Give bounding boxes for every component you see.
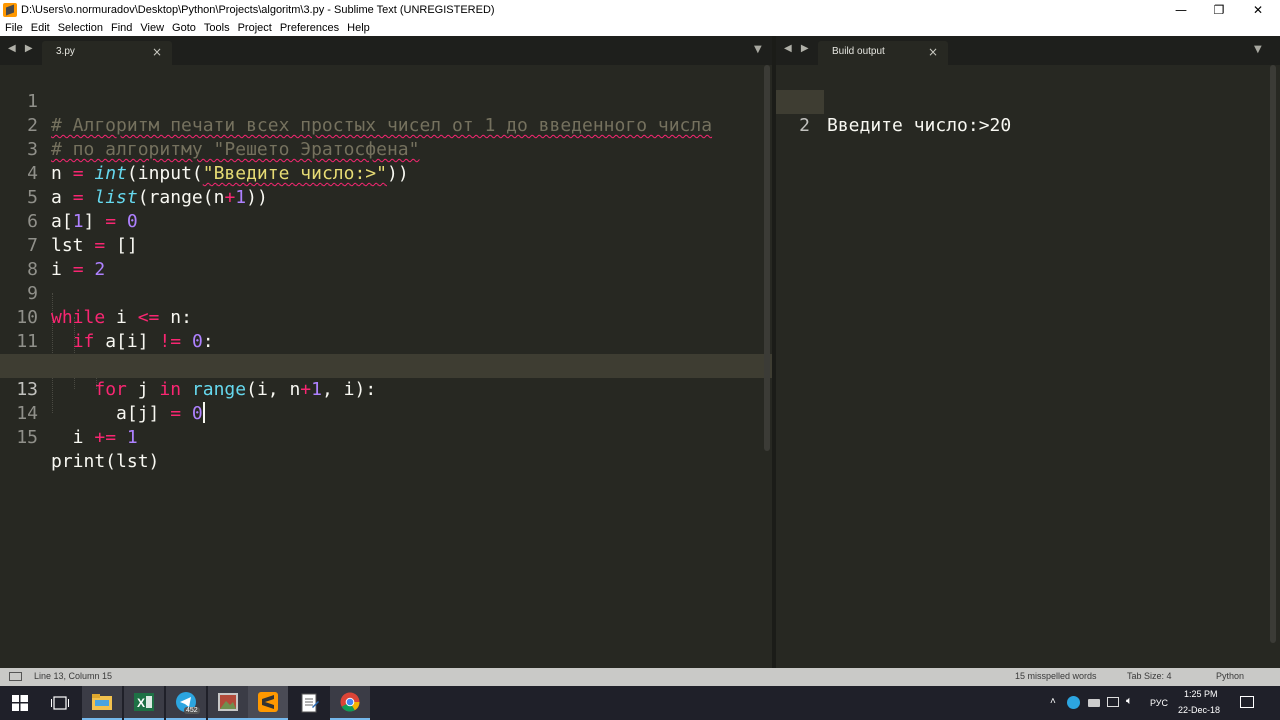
telegram-badge: 452 [184, 707, 200, 714]
output-text: Введите число:>20 [827, 115, 1012, 136]
tab-size[interactable]: Tab Size: 4 [1127, 671, 1172, 681]
menu-preferences[interactable]: Preferences [276, 22, 343, 34]
tab-close-icon[interactable]: × [152, 45, 162, 59]
code-line: 8 [0, 234, 772, 280]
tab-label: 3.py [56, 46, 75, 57]
tab-build-output[interactable]: Build output × [818, 41, 948, 65]
excel-icon: X [134, 693, 154, 711]
clock-date[interactable]: 22-Dec-18 [1178, 705, 1220, 715]
line-number: 2 [799, 115, 810, 136]
tab-bar-right: ◀ ▶ Build output × ▼ [776, 36, 1280, 65]
title-bar: D:\Users\o.normuradov\Desktop\Python\Pro… [0, 0, 1280, 20]
spelling-status[interactable]: 15 misspelled words [1015, 671, 1097, 681]
taskbar-sublime-text[interactable] [248, 686, 288, 720]
notepad-icon [301, 693, 319, 713]
code-text: i += 1 [51, 427, 138, 448]
network-icon[interactable] [1107, 697, 1119, 707]
photos-icon [218, 693, 238, 711]
clock-time[interactable]: 1:25 PM [1184, 689, 1218, 699]
code-line: 2 # по алгоритму "Решето Эратосфена" [0, 90, 772, 160]
windows-start-icon [12, 695, 28, 711]
menu-help[interactable]: Help [343, 22, 374, 34]
window-title: D:\Users\o.normuradov\Desktop\Python\Pro… [21, 4, 495, 16]
code-line: 9 while i <= n: [0, 258, 772, 328]
code-line: 6 lst = [] [0, 186, 772, 256]
taskbar-photos[interactable] [208, 686, 248, 720]
menu-view[interactable]: View [136, 22, 168, 34]
menu-tools[interactable]: Tools [200, 22, 234, 34]
show-hidden-icons-icon[interactable]: ˄ [1050, 696, 1056, 707]
line-number: 15 [16, 427, 38, 448]
tab-scroll-arrows-icon[interactable]: ◀ ▶ [8, 43, 36, 54]
tab-label: Build output [832, 46, 885, 57]
battery-icon[interactable] [1088, 699, 1100, 707]
code-line: 7 i = 2 [0, 210, 772, 280]
tab-bar-left: ◀ ▶ 3.py × ▼ [0, 36, 772, 65]
minimize-button[interactable]: — [1163, 0, 1199, 20]
menu-selection[interactable]: Selection [54, 22, 107, 34]
menu-edit[interactable]: Edit [27, 22, 54, 34]
menu-bar: File Edit Selection Find View Goto Tools… [0, 20, 1280, 36]
panel-toggle-icon[interactable] [9, 672, 22, 681]
cursor-position: Line 13, Column 15 [34, 671, 113, 681]
status-bar: Line 13, Column 15 15 misspelled words T… [0, 668, 1280, 686]
taskbar-chrome[interactable] [330, 686, 370, 720]
scrollbar-left[interactable] [764, 65, 770, 451]
telegram-tray-icon[interactable] [1067, 696, 1080, 709]
output-line-current: 2 [776, 90, 824, 136]
code-line: 10 if a[i] != 0: [0, 282, 772, 352]
taskbar-notepad[interactable] [290, 686, 330, 720]
input-language[interactable]: РУС [1150, 698, 1168, 708]
code-line: 4 a = list(range(n+1)) [0, 138, 772, 208]
start-button[interactable] [0, 686, 40, 720]
code-editor[interactable]: 1 # Алгоритм печати всех простых чисел о… [0, 65, 772, 668]
maximize-button[interactable]: ❐ [1201, 0, 1237, 20]
code-line: 3 n = int(input("Введите число:>")) [0, 114, 772, 184]
menu-project[interactable]: Project [234, 22, 276, 34]
code-line: 12 for j in range(i, n+1, i): [0, 330, 772, 400]
sublime-text-icon [258, 692, 278, 712]
scrollbar-right[interactable] [1270, 65, 1276, 643]
file-explorer-icon [92, 694, 112, 710]
close-button[interactable]: ✕ [1240, 0, 1276, 20]
code-line: 1 # Алгоритм печати всех простых чисел о… [0, 66, 772, 136]
code-line: 14 i += 1 [0, 378, 772, 448]
tab-dropdown-icon[interactable]: ▼ [754, 44, 762, 55]
menu-goto[interactable]: Goto [168, 22, 200, 34]
menu-file[interactable]: File [0, 22, 27, 34]
code-text: print(lst) [51, 451, 160, 472]
menu-find[interactable]: Find [107, 22, 136, 34]
tab-scroll-arrows-icon[interactable]: ◀ ▶ [784, 43, 812, 54]
tab-dropdown-icon[interactable]: ▼ [1254, 44, 1262, 55]
svg-text:X: X [137, 696, 145, 710]
task-view-button[interactable] [40, 686, 80, 720]
code-line: 15 print(lst) [0, 402, 772, 472]
output-line: 1 Введите число:>20 [776, 66, 1280, 136]
sublime-text-icon [3, 3, 17, 17]
code-line-current: 13 a[j] = 0 [0, 354, 772, 424]
tab-3py[interactable]: 3.py × [42, 41, 172, 65]
code-line: 5 a[1] = 0 [0, 162, 772, 232]
chrome-icon [340, 692, 360, 712]
taskbar-file-explorer[interactable] [82, 686, 122, 720]
syntax-mode[interactable]: Python [1216, 671, 1244, 681]
task-view-icon [51, 696, 69, 710]
taskbar-telegram[interactable]: 452 [166, 686, 206, 720]
build-output-panel[interactable]: 1 Введите число:>20 2 [776, 65, 1280, 668]
volume-icon[interactable]: 🔈︎ [1126, 695, 1133, 708]
action-center-icon[interactable] [1240, 696, 1254, 708]
code-line: 11 lst.append(a[i]) [0, 306, 772, 376]
taskbar-excel[interactable]: X [124, 686, 164, 720]
tab-close-icon[interactable]: × [928, 45, 938, 59]
taskbar: X 452 ˄ 🔈︎ РУС 1:25 PM 22-Dec-18 [0, 686, 1280, 720]
